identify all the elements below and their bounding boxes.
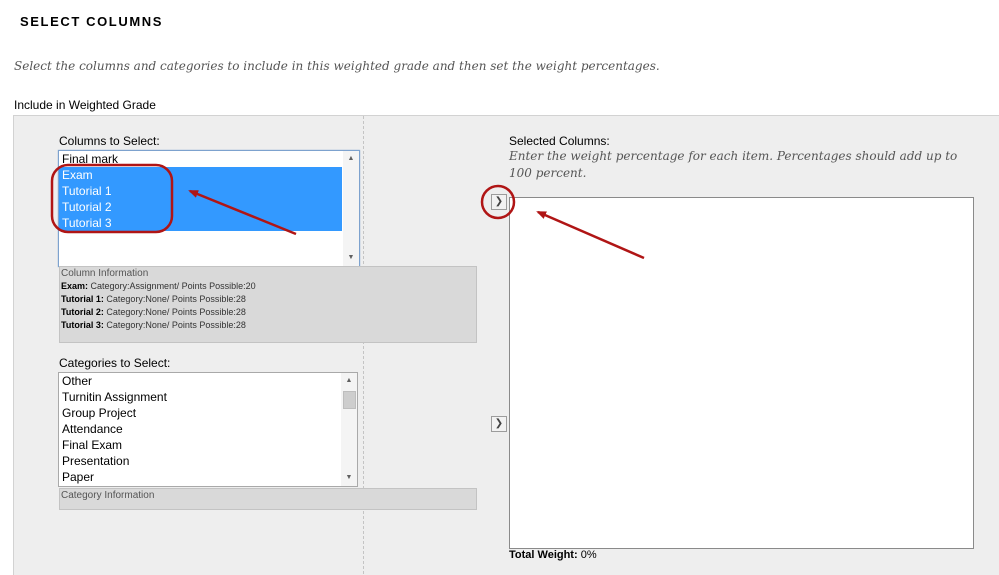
column-info-row: Tutorial 1: Category:None/ Points Possib…	[61, 294, 246, 304]
category-option-final-exam[interactable]: Final Exam	[59, 437, 340, 453]
category-option-presentation[interactable]: Presentation	[59, 453, 340, 469]
categories-scrollbar[interactable]: ▲ ▼	[341, 373, 357, 486]
add-columns-button[interactable]: ❯	[491, 194, 507, 210]
selected-columns-list[interactable]	[509, 197, 974, 549]
column-option-tutorial-3[interactable]: Tutorial 3	[59, 215, 342, 231]
column-option-tutorial-2[interactable]: Tutorial 2	[59, 199, 342, 215]
columns-scrollbar[interactable]: ▲ ▼	[343, 151, 359, 266]
column-option-final-mark[interactable]: Final mark	[59, 151, 342, 167]
add-categories-button[interactable]: ❯	[491, 416, 507, 432]
chevron-right-icon: ❯	[494, 196, 504, 207]
columns-listbox[interactable]: Final mark Exam Tutorial 1 Tutorial 2 Tu…	[58, 150, 360, 267]
category-information-header: Category Information	[61, 490, 155, 501]
category-option-other[interactable]: Other	[59, 373, 340, 389]
category-option-turnitin-assignment[interactable]: Turnitin Assignment	[59, 389, 340, 405]
include-label: Include in Weighted Grade	[14, 98, 156, 112]
column-info-row: Tutorial 2: Category:None/ Points Possib…	[61, 307, 246, 317]
chevron-right-icon: ❯	[494, 418, 504, 429]
total-weight-label: Total Weight:	[509, 549, 578, 561]
category-option-group-project[interactable]: Group Project	[59, 405, 340, 421]
section-title: SELECT COLUMNS	[20, 14, 164, 29]
columns-label: Columns to Select:	[59, 134, 160, 148]
column-information-box: Column Information Exam: Category:Assign…	[59, 266, 477, 343]
total-weight: Total Weight: 0%	[509, 549, 597, 561]
column-information-header: Column Information	[61, 268, 149, 279]
triangle-up-icon[interactable]: ▲	[343, 151, 359, 167]
category-information-box: Category Information	[59, 488, 477, 510]
triangle-up-icon[interactable]: ▲	[341, 373, 357, 389]
category-option-paper[interactable]: Paper	[59, 469, 340, 485]
column-option-tutorial-1[interactable]: Tutorial 1	[59, 183, 342, 199]
selected-columns-label: Selected Columns:	[509, 134, 610, 148]
instructions-text: Select the columns and categories to inc…	[14, 59, 660, 73]
selected-columns-instructions: Enter the weight percentage for each ite…	[509, 149, 958, 180]
categories-label: Categories to Select:	[59, 356, 171, 370]
category-option-attendance[interactable]: Attendance	[59, 421, 340, 437]
column-info-row: Exam: Category:Assignment/ Points Possib…	[61, 281, 256, 291]
scroll-thumb[interactable]	[343, 391, 356, 409]
triangle-down-icon[interactable]: ▼	[341, 470, 357, 486]
categories-listbox[interactable]: Other Turnitin Assignment Group Project …	[58, 372, 358, 487]
column-info-row: Tutorial 3: Category:None/ Points Possib…	[61, 320, 246, 330]
total-weight-value: 0%	[580, 549, 597, 561]
column-option-exam[interactable]: Exam	[59, 167, 342, 183]
triangle-down-icon[interactable]: ▼	[343, 250, 359, 266]
